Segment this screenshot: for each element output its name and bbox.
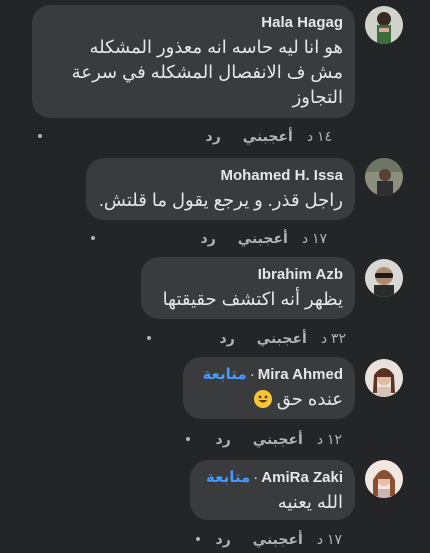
- avatar[interactable]: [365, 259, 403, 297]
- like-button[interactable]: أعجبني: [238, 229, 288, 247]
- like-button[interactable]: أعجبني: [243, 127, 293, 145]
- comment-actions: ١٢ د أعجبني رد: [216, 430, 342, 448]
- more-options-dot[interactable]: [91, 236, 95, 240]
- comment-bubble: Mohamed H. Issa راجل قذر. و يرجع يقول ما…: [86, 158, 355, 220]
- like-button[interactable]: أعجبني: [253, 530, 303, 548]
- more-options-dot[interactable]: [38, 134, 42, 138]
- more-options-dot[interactable]: [186, 437, 190, 441]
- comment-time[interactable]: ١٧ د: [302, 229, 327, 247]
- reply-button[interactable]: رد: [216, 530, 231, 548]
- comment-author[interactable]: Mohamed H. Issa: [220, 167, 343, 184]
- comment-text-body: عنده حق: [276, 389, 343, 409]
- follow-button[interactable]: متابعة: [206, 469, 250, 486]
- comment-author[interactable]: AmiRa Zaki: [261, 469, 343, 486]
- comment-text: الله يعنيه: [277, 492, 343, 512]
- like-button[interactable]: أعجبني: [253, 430, 303, 448]
- comment-text: عنده حق: [195, 387, 343, 412]
- comment-text: راجل قذر. و يرجع يقول ما قلتش.: [98, 190, 343, 210]
- like-button[interactable]: أعجبني: [257, 329, 307, 347]
- more-options-dot[interactable]: [196, 537, 200, 541]
- comment-time[interactable]: ٣٢ د: [321, 329, 346, 347]
- comment-bubble: Hala Hagag هو انا ليه حاسه انه معذور الم…: [32, 5, 355, 118]
- comment-actions: ١٧ د أعجبني رد: [216, 530, 342, 548]
- comment-text: يظهر أنه اكتشف حقيقتها: [162, 289, 343, 309]
- avatar[interactable]: [365, 359, 403, 397]
- reply-button[interactable]: رد: [201, 229, 216, 247]
- comment-author[interactable]: Mira Ahmed: [258, 366, 343, 383]
- comment-actions: ٣٢ د أعجبني رد: [220, 329, 346, 347]
- follow-button[interactable]: متابعة: [202, 366, 246, 383]
- reply-button[interactable]: رد: [206, 127, 221, 145]
- reply-button[interactable]: رد: [216, 430, 231, 448]
- avatar[interactable]: [365, 158, 403, 196]
- comment-bubble: متابعة · Mira Ahmed عنده حق: [183, 357, 355, 419]
- comment-actions: ١٤ د أعجبني رد: [206, 127, 332, 145]
- more-options-dot[interactable]: [147, 336, 151, 340]
- comment-time[interactable]: ١٢ د: [317, 430, 342, 448]
- comment-bubble: متابعة · AmiRa Zaki الله يعنيه: [190, 460, 355, 520]
- comment-text: هو انا ليه حاسه انه معذور المشكله مش ف ا…: [71, 37, 343, 107]
- comment-time[interactable]: ١٧ د: [317, 530, 342, 548]
- avatar[interactable]: [365, 6, 403, 44]
- avatar[interactable]: [365, 460, 403, 498]
- comment-author[interactable]: Hala Hagag: [261, 14, 343, 31]
- comment-actions: ١٧ د أعجبني رد: [201, 229, 327, 247]
- reply-button[interactable]: رد: [220, 329, 235, 347]
- comment-author[interactable]: Ibrahim Azb: [258, 266, 343, 283]
- grinning-face-emoji: [253, 390, 272, 408]
- comment-time[interactable]: ١٤ د: [307, 127, 332, 145]
- comment-bubble: Ibrahim Azb يظهر أنه اكتشف حقيقتها: [141, 257, 355, 319]
